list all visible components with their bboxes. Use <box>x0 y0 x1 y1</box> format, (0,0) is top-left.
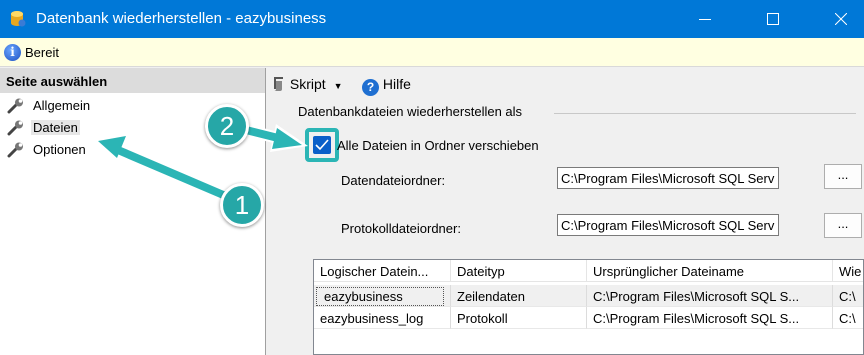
annotation-arrows <box>92 124 308 203</box>
callout-badge-2: 2 <box>205 104 249 148</box>
callout-badge-1: 1 <box>220 183 264 227</box>
arrow-2 <box>240 124 308 152</box>
arrow-1 <box>92 132 234 203</box>
